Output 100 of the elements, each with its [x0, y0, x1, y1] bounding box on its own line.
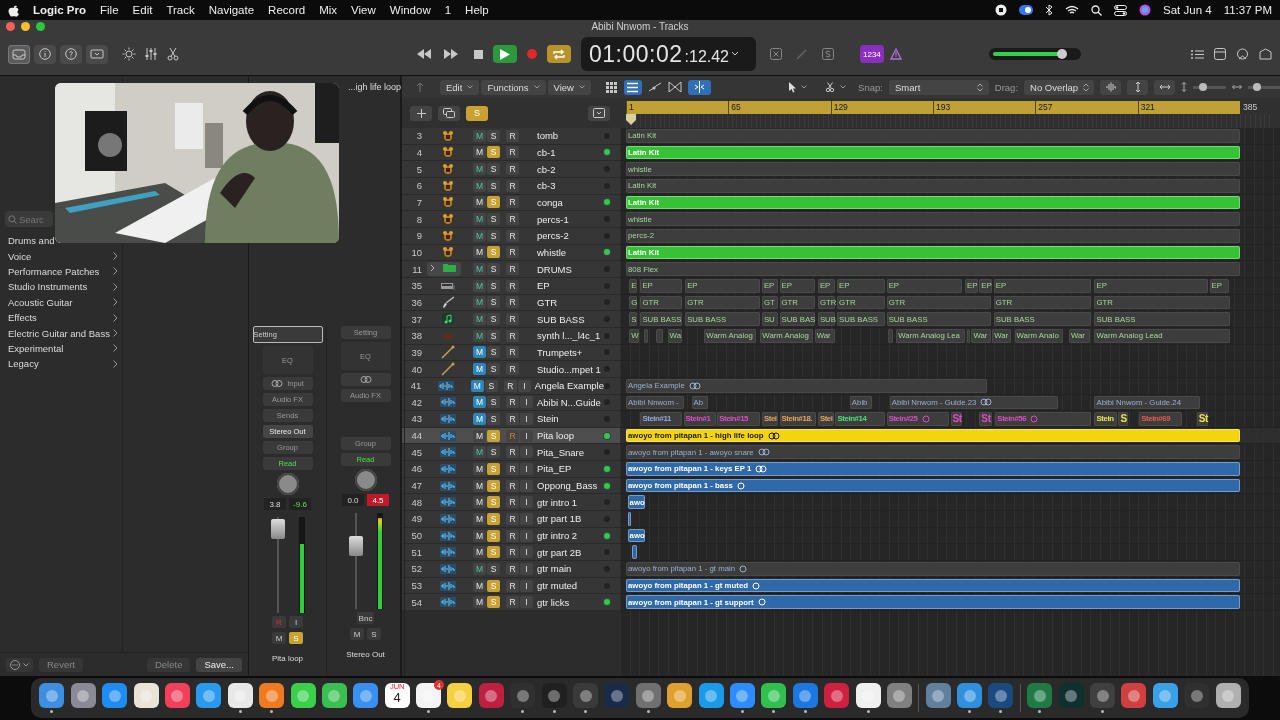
- record-enable-button[interactable]: R: [506, 313, 519, 326]
- menu-item[interactable]: Mix: [319, 4, 338, 16]
- input-monitor-button[interactable]: I: [520, 529, 533, 542]
- record-enable-button[interactable]: R: [506, 413, 519, 425]
- app-icon[interactable]: [1215, 683, 1241, 708]
- input-monitor-button[interactable]: I: [520, 562, 533, 575]
- menu-item[interactable]: 1: [444, 4, 452, 16]
- track-header[interactable]: 40 M S R Studio...mpet 1: [402, 361, 620, 378]
- curve-icon[interactable]: [648, 81, 662, 93]
- solo-button[interactable]: S: [487, 562, 500, 575]
- drag-dropdown[interactable]: No Overlap: [1024, 79, 1095, 95]
- solo-button[interactable]: S: [484, 379, 498, 392]
- input-monitor-button[interactable]: I: [520, 496, 533, 509]
- mute-button[interactable]: M: [473, 163, 486, 176]
- record-enable-button[interactable]: R: [506, 512, 519, 525]
- mute-button[interactable]: M: [473, 562, 486, 575]
- minimize-button[interactable]: [21, 22, 30, 31]
- record-enable-button[interactable]: R: [506, 329, 519, 342]
- solo-button[interactable]: S: [487, 129, 500, 142]
- mute-button[interactable]: M: [473, 363, 486, 375]
- mute-button[interactable]: M: [473, 329, 486, 342]
- track-header[interactable]: 3 M S R tomb: [402, 128, 620, 145]
- mute-button[interactable]: M: [473, 346, 486, 359]
- mute-button[interactable]: M: [473, 196, 486, 209]
- record-enable-button[interactable]: R: [506, 229, 519, 242]
- mute-button[interactable]: M: [473, 313, 486, 326]
- add-track-button[interactable]: [410, 105, 432, 121]
- record-enable-button[interactable]: R: [506, 579, 519, 592]
- mute-button[interactable]: M: [473, 512, 486, 525]
- playhead-icon[interactable]: [626, 114, 636, 125]
- region[interactable]: [627, 512, 631, 526]
- input-monitor-button[interactable]: I: [520, 546, 533, 559]
- app-icon[interactable]: [698, 683, 724, 708]
- fit-vertical-button[interactable]: [1127, 79, 1149, 95]
- app-icon[interactable]: [1152, 683, 1178, 708]
- track-header[interactable]: 11 M S R DRUMS: [402, 261, 620, 278]
- solo-button[interactable]: S: [487, 396, 500, 409]
- menubar-clock[interactable]: 11:37 PM: [1223, 4, 1272, 16]
- download-button[interactable]: [588, 105, 610, 121]
- record-enable-button[interactable]: R: [506, 596, 519, 609]
- delete-button[interactable]: Delete: [146, 657, 191, 672]
- library-item[interactable]: Experimental: [0, 340, 122, 357]
- input-monitor-button[interactable]: I: [520, 579, 533, 592]
- record-enable-button[interactable]: R: [503, 379, 517, 392]
- input-monitor-button[interactable]: I: [520, 413, 533, 425]
- track-header[interactable]: 54 M S R I gtr licks: [402, 594, 620, 612]
- folder-icon[interactable]: [426, 262, 461, 277]
- mute-button[interactable]: M: [473, 129, 486, 142]
- menu-dropdown[interactable]: View: [547, 79, 591, 95]
- x-box-icon[interactable]: [770, 48, 782, 60]
- solo-button[interactable]: S: [487, 179, 500, 192]
- mute-button[interactable]: M: [473, 596, 486, 609]
- record-enable-button[interactable]: R: [506, 529, 519, 542]
- pan-knob[interactable]: [354, 469, 377, 491]
- solo-button[interactable]: S: [487, 329, 500, 342]
- mute-button[interactable]: M: [473, 579, 486, 592]
- cycle-button[interactable]: [547, 45, 571, 63]
- record-enable-button[interactable]: R: [506, 213, 519, 226]
- track-header[interactable]: 37 M S R SUB BASS: [402, 311, 620, 328]
- region[interactable]: St: [1196, 412, 1208, 426]
- library-item[interactable]: Performance Patches: [0, 263, 122, 280]
- app-icon[interactable]: [196, 683, 222, 708]
- app-icon[interactable]: [925, 683, 951, 708]
- solo-button[interactable]: S: [487, 229, 500, 242]
- input-monitor-button[interactable]: I: [520, 596, 533, 609]
- menu-item[interactable]: Window: [389, 4, 431, 16]
- app-icon[interactable]: [164, 683, 190, 708]
- mute-button[interactable]: M: [473, 446, 486, 459]
- record-enable-button[interactable]: R: [506, 346, 519, 359]
- mute-button[interactable]: M: [473, 213, 486, 226]
- app-icon[interactable]: [416, 683, 442, 708]
- mute-button[interactable]: M: [473, 429, 486, 442]
- library-item[interactable]: Acoustic Guitar: [0, 294, 122, 310]
- mute-button[interactable]: M: [473, 413, 486, 425]
- menu-item[interactable]: Navigate: [208, 4, 255, 16]
- monitor-button[interactable]: I: [289, 616, 303, 628]
- mute-button[interactable]: M: [350, 628, 364, 640]
- revert-button[interactable]: Revert: [39, 657, 83, 672]
- app-icon[interactable]: [39, 683, 65, 708]
- snap-dropdown[interactable]: Smart: [888, 79, 989, 95]
- mixer-icon[interactable]: [144, 47, 158, 61]
- menu-item[interactable]: Record: [268, 4, 306, 16]
- mute-button[interactable]: M: [272, 632, 286, 644]
- record-enable-button[interactable]: R: [506, 179, 519, 192]
- menu-item[interactable]: File: [100, 4, 119, 16]
- region[interactable]: [632, 545, 638, 560]
- input-monitor-button[interactable]: I: [517, 379, 531, 392]
- app-icon[interactable]: [957, 683, 983, 708]
- record-enable-button[interactable]: R: [506, 396, 519, 409]
- track-header[interactable]: 45 M S R I Pita_Snare: [402, 444, 620, 462]
- record-enable-button[interactable]: R: [506, 296, 519, 309]
- zoom-slider[interactable]: [1247, 83, 1280, 91]
- mute-button[interactable]: M: [470, 379, 484, 392]
- mute-button[interactable]: M: [473, 546, 486, 559]
- input-monitor-button[interactable]: I: [520, 446, 533, 459]
- catch-button[interactable]: [688, 79, 711, 95]
- time-display[interactable]: 01:00:02:12.42: [581, 37, 756, 71]
- track-header[interactable]: 43 M S R I Stein: [402, 411, 620, 428]
- list-view-button[interactable]: [624, 79, 642, 95]
- menu-item[interactable]: Track: [166, 4, 195, 16]
